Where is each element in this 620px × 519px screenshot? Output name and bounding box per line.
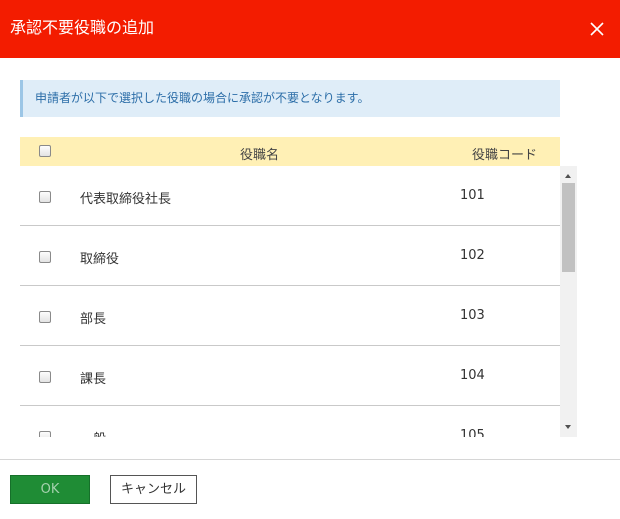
- position-code: 102: [460, 248, 485, 263]
- list-scrollbar[interactable]: [560, 166, 577, 437]
- scroll-down-icon[interactable]: [565, 425, 571, 429]
- notice-text: 申請者が以下で選択した役職の場合に承認が不要となります。: [35, 91, 370, 105]
- position-name: 代表取締役社長: [80, 192, 172, 207]
- table-row[interactable]: 部長 103: [20, 286, 560, 346]
- row-checkbox[interactable]: [39, 191, 51, 203]
- position-name: 一般: [80, 428, 106, 437]
- select-all-checkbox[interactable]: [39, 145, 51, 157]
- table-header: 役職名 役職コード: [20, 137, 560, 166]
- position-name: 部長: [80, 312, 107, 327]
- scrollbar-thumb[interactable]: [562, 183, 575, 272]
- table-row[interactable]: 課長 104: [20, 346, 560, 406]
- footer-divider: [0, 459, 620, 460]
- close-icon[interactable]: [588, 20, 606, 38]
- position-name: 取締役: [80, 252, 120, 267]
- position-code: 101: [460, 188, 485, 203]
- position-code: 104: [460, 368, 485, 383]
- position-code: 105: [460, 428, 485, 437]
- ok-button[interactable]: OK: [10, 475, 90, 504]
- table-row[interactable]: 一般 105: [20, 406, 560, 437]
- position-name: 課長: [80, 372, 107, 387]
- row-checkbox[interactable]: [39, 371, 51, 383]
- column-header-code: 役職コード: [472, 148, 538, 163]
- info-notice: 申請者が以下で選択した役職の場合に承認が不要となります。: [20, 80, 560, 117]
- position-code: 103: [460, 308, 485, 323]
- table-row[interactable]: 取締役 102: [20, 226, 560, 286]
- cancel-button[interactable]: キャンセル: [110, 475, 197, 504]
- scroll-up-icon[interactable]: [565, 174, 571, 178]
- row-checkbox[interactable]: [39, 311, 51, 323]
- table-row[interactable]: 代表取締役社長 101: [20, 166, 560, 226]
- position-list[interactable]: 代表取締役社長 101 取締役 102 部長 103 課長 104 一般 105: [20, 166, 577, 437]
- column-header-name: 役職名: [240, 148, 280, 163]
- row-checkbox[interactable]: [39, 431, 51, 437]
- row-checkbox[interactable]: [39, 251, 51, 263]
- dialog-header: 承認不要役職の追加: [0, 0, 620, 58]
- dialog-title: 承認不要役職の追加: [10, 18, 155, 37]
